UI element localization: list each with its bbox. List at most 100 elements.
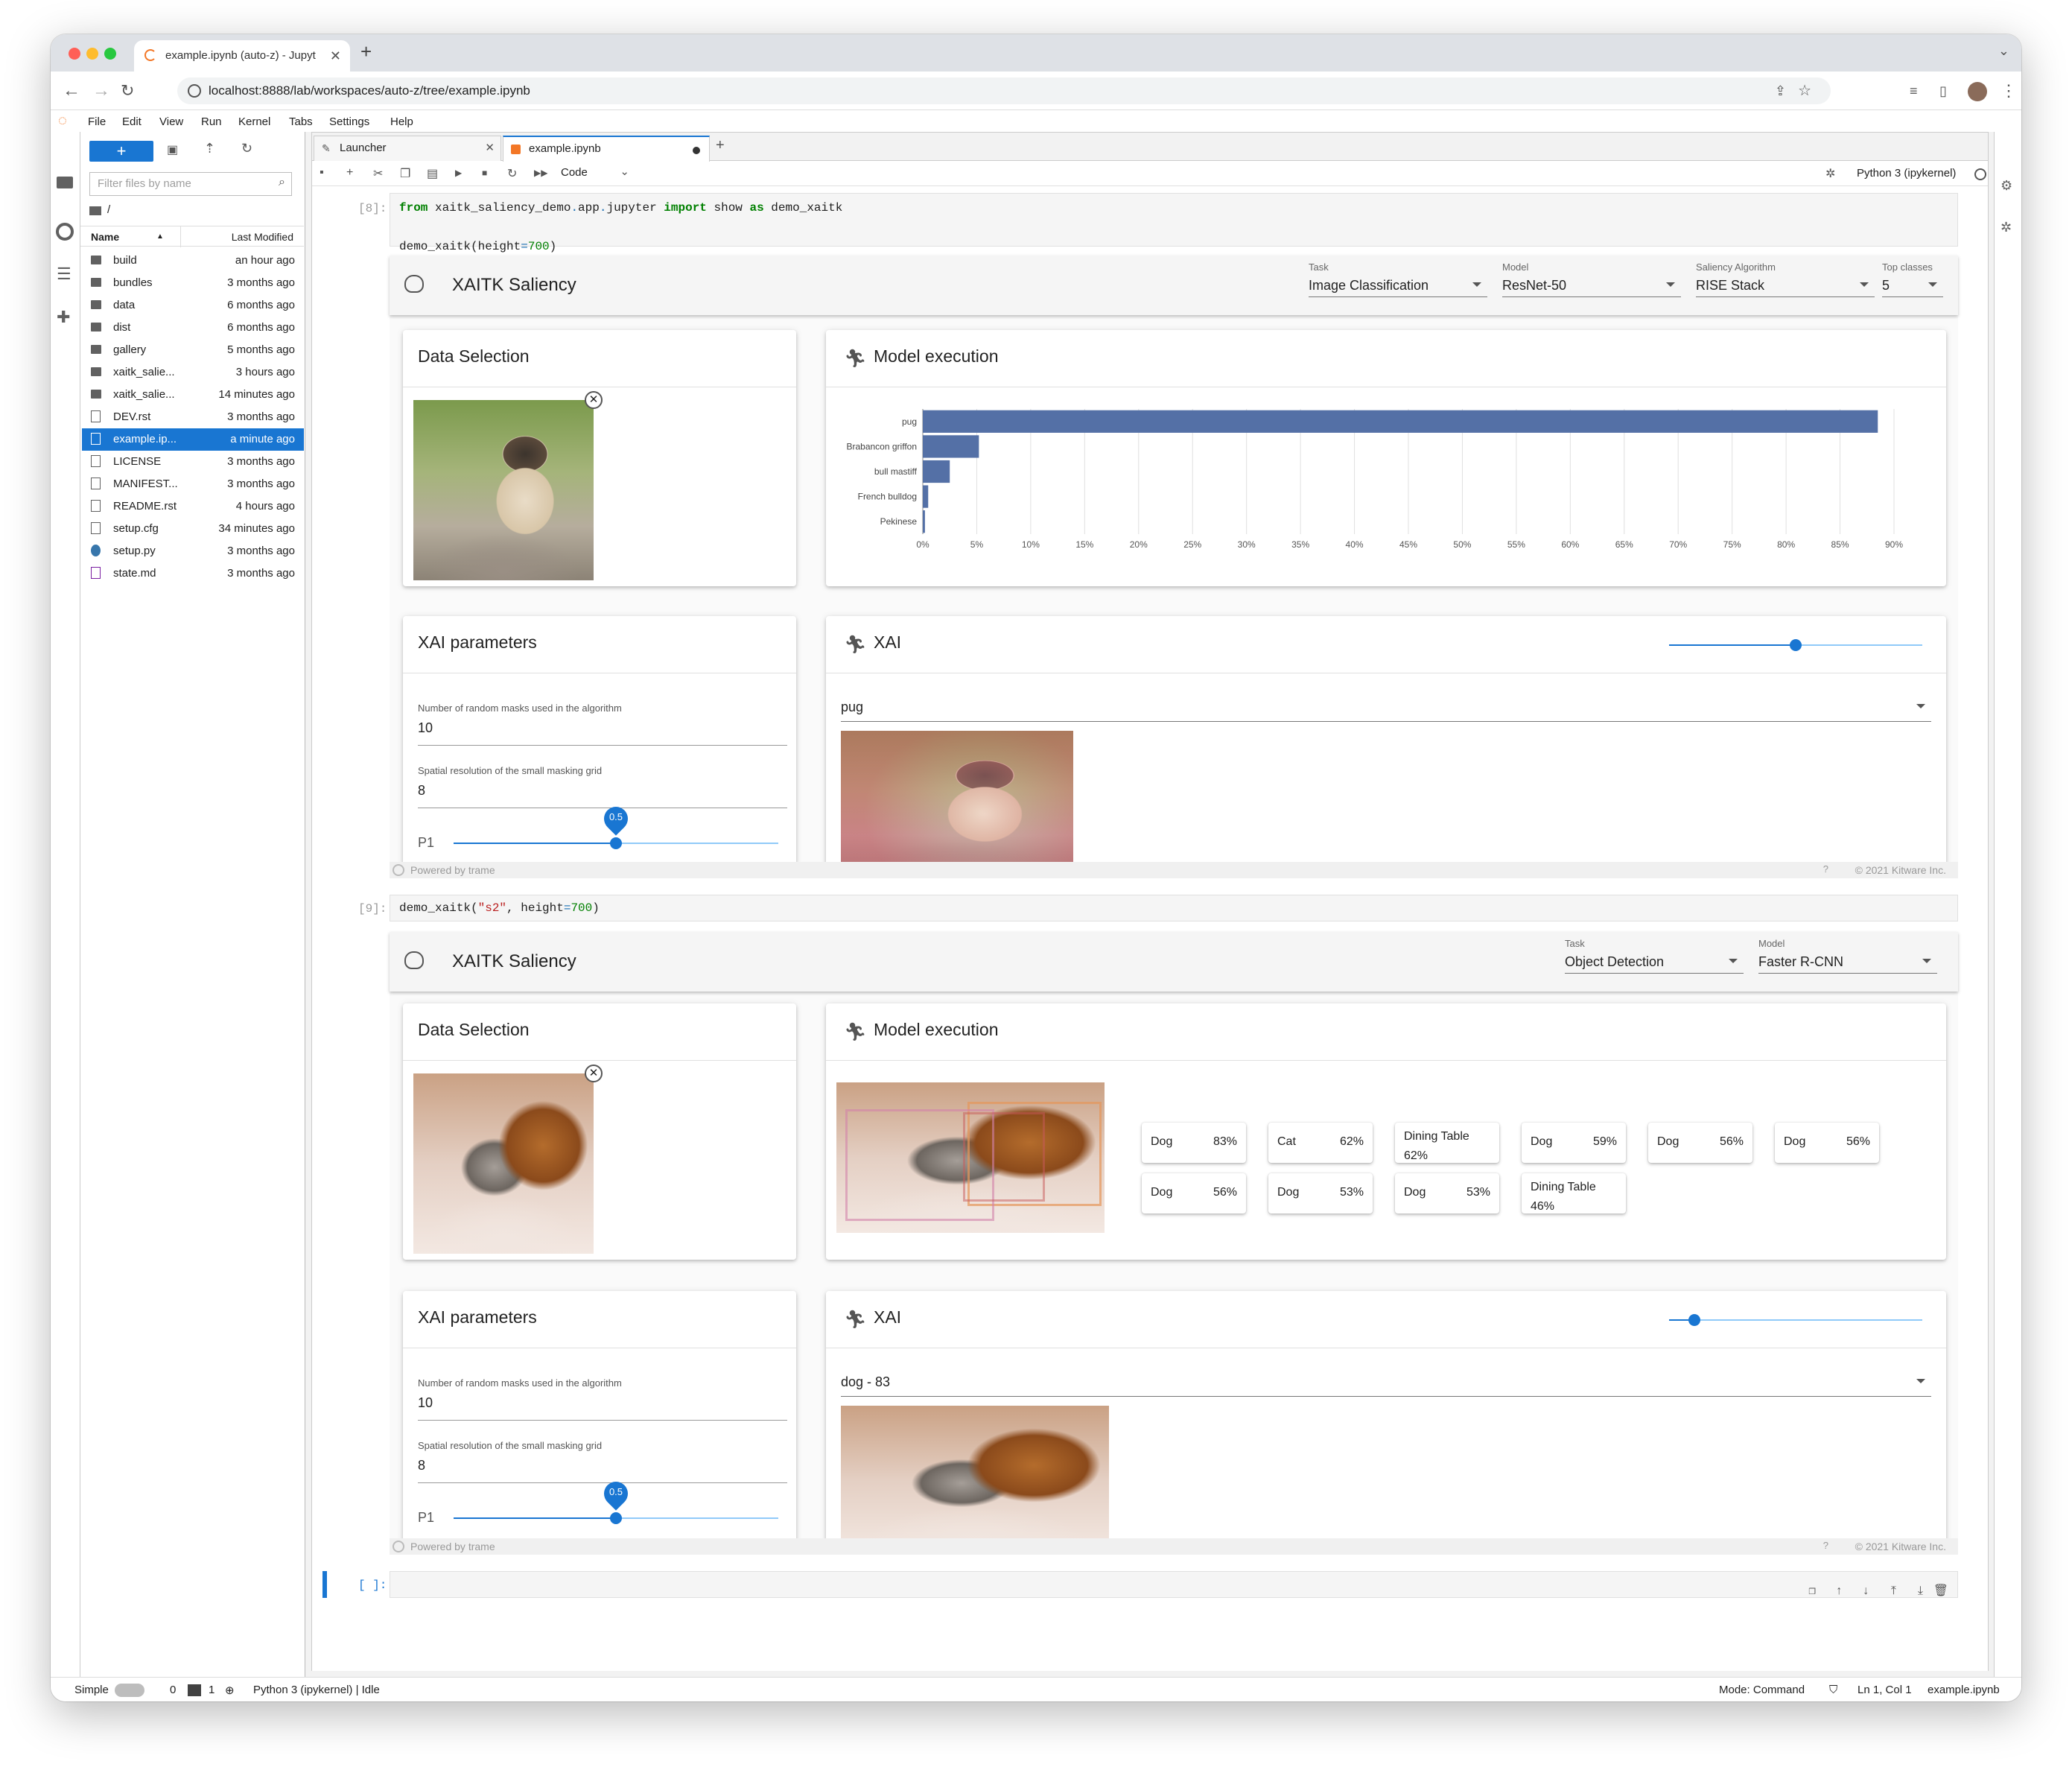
p1-slider-thumb[interactable] — [610, 1512, 622, 1524]
top-classes-select[interactable]: Top classes 5 — [1882, 261, 1943, 297]
file-row[interactable]: build an hour ago — [82, 250, 304, 272]
task-select[interactable]: Task Image Classification — [1309, 261, 1487, 297]
property-inspector-icon[interactable]: ⚙ — [2001, 178, 2012, 194]
detection-chip[interactable]: Dog 56% — [1648, 1123, 1752, 1163]
toc-icon[interactable]: ☰ — [57, 264, 71, 284]
restart-run-all-icon[interactable]: ▶▶ — [534, 168, 547, 178]
grid-resolution-input[interactable]: Spatial resolution of the small masking … — [418, 1427, 787, 1483]
modified-column-header[interactable]: Last Modified — [232, 226, 293, 247]
file-row[interactable]: LICENSE 3 months ago — [82, 451, 304, 473]
code-cell-input[interactable]: demo_xaitk("s2", height=700) — [390, 895, 1958, 921]
run-icon[interactable]: ▶ — [455, 168, 462, 178]
saliency-algorithm-select[interactable]: Saliency Algorithm RISE Stack — [1696, 261, 1875, 297]
maximize-window-button[interactable] — [104, 48, 116, 60]
remove-image-icon[interactable]: ✕ — [585, 1065, 603, 1082]
save-icon[interactable]: ▪ — [320, 166, 324, 180]
insert-below-icon[interactable]: ⤓ — [1918, 1576, 1923, 1606]
input-image-pug[interactable] — [413, 400, 594, 580]
profile-avatar[interactable] — [1968, 82, 1987, 101]
copy-icon[interactable]: ❐ — [400, 166, 410, 181]
menu-kernel[interactable]: Kernel — [238, 115, 270, 128]
menu-file[interactable]: File — [88, 115, 106, 128]
tab-example-notebook[interactable]: example.ipynb — [503, 136, 710, 162]
refresh-icon[interactable]: ↻ — [241, 141, 252, 156]
cursor-position[interactable]: Ln 1, Col 1 — [1858, 1684, 1912, 1696]
debugger-icon[interactable]: ✲ — [1825, 166, 1835, 181]
detection-chip[interactable]: Dog 53% — [1395, 1173, 1499, 1214]
file-row[interactable]: example.ip... a minute ago — [82, 428, 304, 451]
minimize-window-button[interactable] — [86, 48, 98, 60]
input-image-cat-dog[interactable] — [413, 1073, 594, 1254]
file-row[interactable]: xaitk_salie... 14 minutes ago — [82, 384, 304, 406]
back-icon[interactable]: ← — [63, 80, 80, 101]
menu-view[interactable]: View — [159, 115, 183, 128]
file-row[interactable]: bundles 3 months ago — [82, 272, 304, 294]
restart-icon[interactable]: ↻ — [507, 166, 517, 181]
grid-resolution-input[interactable]: Spatial resolution of the small masking … — [418, 752, 787, 808]
delete-cell-icon[interactable]: 🗑︎ — [1933, 1576, 1948, 1606]
move-down-icon[interactable]: ↓ — [1862, 1576, 1869, 1606]
simple-mode-toggle[interactable] — [115, 1684, 144, 1697]
detection-chip[interactable]: Dog 59% — [1522, 1123, 1626, 1163]
close-tab-icon[interactable]: ✕ — [485, 136, 495, 160]
detection-chip[interactable]: Cat 62% — [1268, 1123, 1373, 1163]
file-row[interactable]: MANIFEST... 3 months ago — [82, 473, 304, 495]
duplicate-cell-icon[interactable]: ❐ — [1808, 1576, 1816, 1606]
site-info-icon[interactable] — [188, 84, 201, 98]
reload-icon[interactable]: ↻ — [121, 80, 134, 101]
detection-chip[interactable]: Dog 56% — [1775, 1123, 1879, 1163]
upload-icon[interactable]: ⇡ — [204, 141, 215, 156]
xai-class-select[interactable]: pug — [841, 691, 1931, 722]
file-row[interactable]: dist 6 months ago — [82, 317, 304, 339]
move-up-icon[interactable]: ↑ — [1835, 1576, 1843, 1606]
file-row[interactable]: gallery 5 months ago — [82, 339, 304, 361]
cut-icon[interactable]: ✂ — [373, 166, 383, 181]
help-icon[interactable]: ? — [1823, 863, 1828, 875]
file-row[interactable]: xaitk_salie... 3 hours ago — [82, 361, 304, 384]
masks-input[interactable]: Number of random masks used in the algor… — [418, 1364, 787, 1421]
detection-chip[interactable]: Dining Table 46% — [1522, 1173, 1626, 1214]
menu-edit[interactable]: Edit — [122, 115, 142, 128]
xai-slider-thumb[interactable] — [1688, 1314, 1700, 1326]
address-bar[interactable]: localhost:8888/lab/workspaces/auto-z/tre… — [177, 77, 1831, 104]
model-select[interactable]: Model ResNet-50 — [1502, 261, 1681, 297]
close-window-button[interactable] — [69, 48, 80, 60]
browser-menu-icon[interactable]: ⋮ — [2001, 80, 2017, 101]
settings-globe-icon[interactable]: ⊕ — [225, 1684, 235, 1697]
menu-settings[interactable]: Settings — [329, 115, 369, 128]
paste-icon[interactable]: ▤ — [427, 166, 438, 181]
file-row[interactable]: README.rst 4 hours ago — [82, 495, 304, 518]
unsaved-indicator-icon[interactable] — [693, 147, 700, 154]
new-launcher-button[interactable]: + — [89, 141, 153, 162]
detection-chip[interactable]: Dog 56% — [1142, 1173, 1246, 1214]
menu-run[interactable]: Run — [201, 115, 222, 128]
help-icon[interactable]: ? — [1823, 1540, 1828, 1551]
menu-help[interactable]: Help — [390, 115, 413, 128]
sidepanel-icon[interactable]: ▯ — [1939, 80, 1947, 101]
terminal-icon[interactable] — [188, 1684, 201, 1696]
running-icon[interactable] — [56, 223, 74, 241]
filter-input[interactable]: Filter files by name ⌕ — [89, 172, 292, 196]
model-select[interactable]: Model Faster R-CNN — [1758, 938, 1937, 974]
add-tab-button[interactable]: + — [716, 137, 725, 154]
file-row[interactable]: data 6 months ago — [82, 294, 304, 317]
tab-launcher[interactable]: ✎ Launcher ✕ — [314, 136, 501, 161]
browser-tab[interactable]: example.ipynb (auto-z) - Jupyt ✕ — [134, 40, 350, 72]
stop-icon[interactable]: ■ — [482, 168, 487, 178]
task-select[interactable]: Task Object Detection — [1565, 938, 1744, 974]
new-tab-button[interactable]: + — [360, 40, 372, 63]
share-icon[interactable]: ⇪ — [1775, 77, 1786, 104]
forward-icon[interactable]: → — [92, 80, 110, 101]
debugger-bug-icon[interactable]: ✲ — [2001, 220, 2012, 235]
masks-input[interactable]: Number of random masks used in the algor… — [418, 689, 787, 746]
kernel-status[interactable]: Python 3 (ipykernel) | Idle — [253, 1684, 380, 1696]
file-row[interactable]: setup.py 3 months ago — [82, 540, 304, 562]
close-tab-icon[interactable]: ✕ — [330, 40, 341, 72]
xai-class-select[interactable]: dog - 83 — [841, 1365, 1931, 1397]
folder-icon[interactable] — [57, 177, 73, 188]
kernel-name[interactable]: Python 3 (ipykernel) — [1857, 167, 1956, 180]
chevron-down-icon[interactable]: ⌄ — [1998, 43, 2009, 59]
detection-chip[interactable]: Dining Table 62% — [1395, 1123, 1499, 1163]
new-folder-icon[interactable]: ▣ — [167, 142, 178, 157]
xai-slider-thumb[interactable] — [1790, 639, 1802, 651]
